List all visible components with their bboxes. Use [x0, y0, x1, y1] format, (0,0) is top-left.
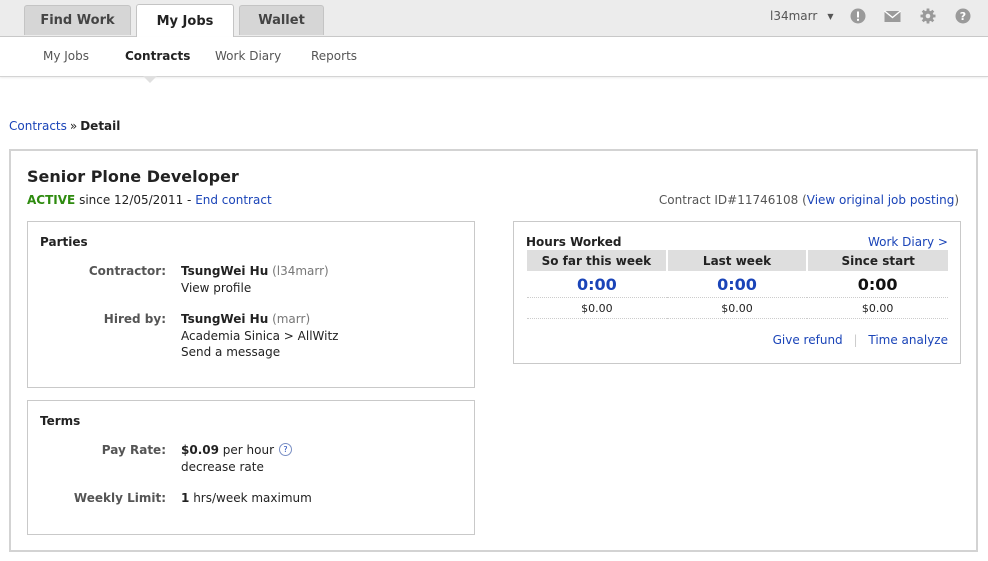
pay-rate-label: Pay Rate: — [101, 443, 166, 457]
amount-last-week: $0.00 — [666, 297, 808, 319]
subnav-work-diary[interactable]: Work Diary — [215, 49, 281, 63]
weekly-limit-label: Weekly Limit: — [73, 491, 166, 505]
svg-text:?: ? — [960, 10, 966, 23]
alert-icon[interactable] — [850, 8, 866, 24]
parties-box: Parties Contractor: TsungWei Hu (l34marr… — [27, 221, 475, 388]
pay-rate-amount: $0.09 — [181, 443, 219, 457]
tab-my-jobs[interactable]: My Jobs — [136, 4, 234, 37]
sub-nav-bar: My Jobs Contracts Work Diary Reports — [0, 37, 988, 77]
pay-rate-unit: per hour — [222, 443, 275, 457]
actions-divider: | — [853, 333, 858, 347]
contract-title: Senior Plone Developer — [27, 167, 239, 186]
end-contract-link[interactable]: End contract — [195, 193, 271, 207]
contractor-name: TsungWei Hu — [181, 264, 269, 278]
weekly-limit-value: 1 hrs/week maximum — [181, 491, 312, 505]
contract-id-text: Contract ID#11746108 ( — [658, 193, 807, 207]
terms-title: Terms — [40, 414, 81, 428]
view-profile-link[interactable]: View profile — [181, 281, 251, 295]
hired-by-label: Hired by: — [103, 312, 166, 326]
hours-last-week[interactable]: 0:00 — [667, 271, 808, 298]
contract-id: Contract ID#11746108 (View original job … — [659, 193, 959, 207]
hours-this-week[interactable]: 0:00 — [527, 271, 667, 298]
tab-find-work[interactable]: Find Work — [24, 5, 131, 35]
terms-box: Terms Pay Rate: $0.09 per hour? decrease… — [27, 400, 475, 535]
hours-worked-title: Hours Worked — [526, 235, 622, 249]
top-nav-bar: Find Work My Jobs Wallet l34marr ▼ ? — [0, 0, 988, 37]
breadcrumb-contracts-link[interactable]: Contracts — [9, 119, 67, 133]
contractor-info: TsungWei Hu (l34marr) — [181, 264, 329, 278]
hours-since-start: 0:00 — [857, 274, 898, 294]
subnav-reports[interactable]: Reports — [311, 49, 357, 63]
parties-title: Parties — [40, 235, 88, 249]
send-message-link[interactable]: Send a message — [181, 345, 280, 359]
mail-icon[interactable] — [884, 8, 901, 24]
col-since-start: Since start — [806, 250, 948, 271]
contractor-label: Contractor: — [88, 264, 166, 278]
give-refund-link[interactable]: Give refund — [773, 333, 843, 347]
contract-status-line: ACTIVE since 12/05/2011 - End contract — [27, 193, 272, 207]
username: l34marr — [770, 9, 818, 23]
contractor-handle: (l34marr) — [272, 264, 329, 278]
hours-table: So far this week Last week Since start 0… — [527, 250, 948, 319]
breadcrumb: Contracts» Detail — [9, 119, 120, 133]
help-icon[interactable]: ? — [955, 8, 971, 24]
weekly-limit-unit: hrs/week maximum — [193, 491, 312, 505]
pay-rate-help-icon[interactable]: ? — [279, 443, 293, 456]
breadcrumb-current: Detail — [80, 119, 121, 133]
subnav-my-jobs[interactable]: My Jobs — [43, 49, 89, 63]
time-analyze-link[interactable]: Time analyze — [868, 333, 948, 347]
contract-since: since 12/05/2011 - — [79, 193, 192, 207]
hours-worked-box: Hours Worked Work Diary > So far this we… — [513, 221, 961, 364]
user-menu[interactable]: l34marr ▼ — [770, 9, 833, 23]
breadcrumb-separator: » — [69, 119, 78, 133]
tab-wallet[interactable]: Wallet — [239, 5, 324, 35]
subnav-contracts[interactable]: Contracts — [125, 49, 190, 63]
col-last-week: Last week — [665, 250, 808, 271]
status-badge: ACTIVE — [27, 193, 76, 207]
active-subnav-pointer — [143, 76, 157, 83]
hired-by-info: TsungWei Hu (marr) — [181, 312, 310, 326]
amount-this-week: $0.00 — [527, 297, 667, 319]
caret-down-icon: ▼ — [827, 12, 834, 21]
pay-rate-value: $0.09 per hour? — [181, 443, 293, 457]
amount-since-start: $0.00 — [807, 297, 948, 319]
work-diary-link[interactable]: Work Diary > — [868, 235, 948, 249]
view-job-posting-link[interactable]: View original job posting — [807, 193, 955, 207]
contract-id-close: ) — [954, 193, 959, 207]
hours-actions: Give refund | Time analyze — [773, 333, 948, 347]
hired-by-handle: (marr) — [272, 312, 311, 326]
weekly-limit-number: 1 — [181, 491, 190, 505]
hired-by-name: TsungWei Hu — [181, 312, 269, 326]
gear-icon[interactable] — [920, 8, 936, 24]
col-so-far-this-week: So far this week — [527, 250, 667, 271]
decrease-rate-link[interactable]: decrease rate — [181, 460, 264, 474]
company-name: Academia Sinica > AllWitz — [181, 329, 339, 343]
